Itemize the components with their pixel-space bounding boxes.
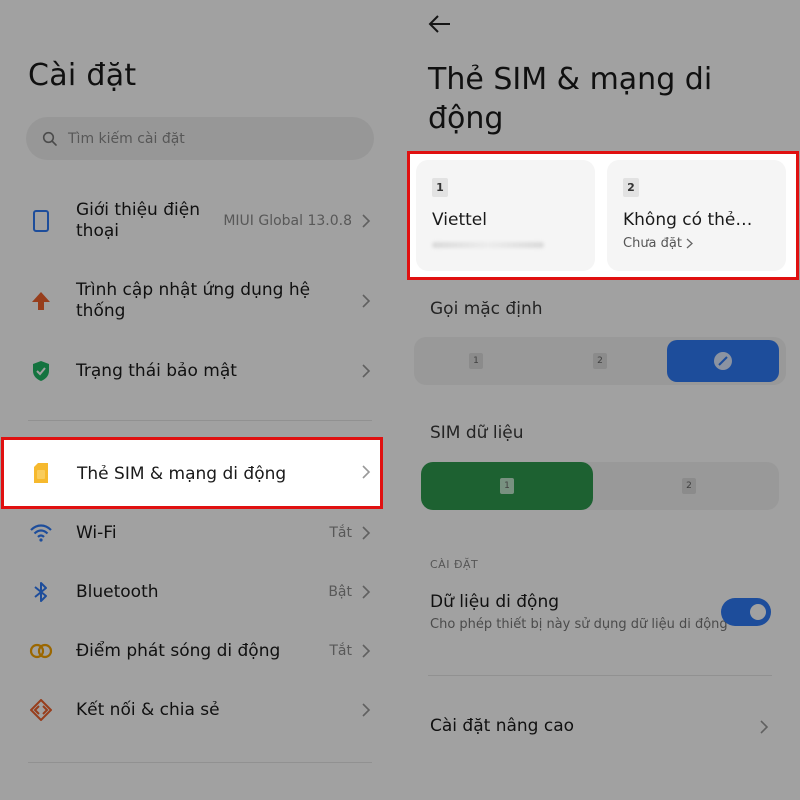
shield-check-icon xyxy=(29,359,53,383)
divider xyxy=(28,420,372,421)
chevron-right-icon xyxy=(362,585,371,599)
setting-item-label: Trạng thái bảo mật xyxy=(76,360,237,381)
search-icon xyxy=(42,131,57,146)
mobile-data-label: Dữ liệu di động xyxy=(430,592,560,612)
call-option-sim1[interactable]: 1 xyxy=(414,337,538,385)
setting-item-value: MIUI Global 13.0.8 xyxy=(223,213,352,229)
chevron-right-icon xyxy=(362,526,371,540)
setting-item-hotspot[interactable]: Điểm phát sóng di động Tắt xyxy=(0,639,400,663)
sim-card-icon xyxy=(30,461,52,489)
divider xyxy=(28,762,372,763)
sim1-number-redacted xyxy=(432,242,544,248)
sim-data-label: SIM dữ liệu xyxy=(430,423,524,443)
default-call-label: Gọi mặc định xyxy=(430,299,543,319)
hotspot-icon xyxy=(29,639,53,663)
update-arrow-icon xyxy=(29,289,53,313)
page-title: Thẻ SIM & mạng di động xyxy=(428,62,713,136)
mobile-data-description: Cho phép thiết bị này sử dụng dữ liệu di… xyxy=(430,617,728,632)
chevron-right-icon xyxy=(686,238,693,249)
sim-cards-highlight: 1 Viettel 2 Không có thẻ… Chưa đặt xyxy=(407,151,799,280)
chevron-right-icon xyxy=(362,703,371,717)
setting-item-label: Điểm phát sóng di động xyxy=(76,640,281,661)
divider xyxy=(428,675,772,676)
page-title: Cài đặt xyxy=(28,58,137,93)
setting-item-about-phone[interactable]: Giới thiệu điện thoại MIUI Global 13.0.8 xyxy=(0,200,400,242)
setting-item-value: Tắt xyxy=(329,643,352,659)
toggle-knob xyxy=(750,604,766,620)
setting-item-label: Giới thiệu điện thoại xyxy=(76,200,200,241)
setting-item-app-updater[interactable]: Trình cập nhật ứng dụng hệ thống xyxy=(0,280,400,322)
sim-data-selector: 1 2 xyxy=(421,462,779,510)
search-input[interactable]: Tìm kiếm cài đặt xyxy=(26,117,374,160)
ask-every-time-icon xyxy=(714,352,732,370)
phone-icon xyxy=(29,209,53,233)
chevron-right-icon xyxy=(362,214,371,228)
setting-item-value: Bật xyxy=(328,584,352,600)
section-caption: CÀI ĐẶT xyxy=(430,558,479,571)
sim-slot-badge: 1 xyxy=(432,178,448,197)
setting-item-label: Kết nối & chia sẻ xyxy=(76,699,220,720)
mobile-data-toggle[interactable] xyxy=(721,598,771,626)
sim2-name: Không có thẻ… xyxy=(623,210,753,230)
setting-item-label: Thẻ SIM & mạng di động xyxy=(77,464,287,484)
settings-panel: Cài đặt Tìm kiếm cài đặt Giới thiệu điện… xyxy=(0,0,400,800)
setting-item-security-status[interactable]: Trạng thái bảo mật xyxy=(0,359,400,383)
bluetooth-icon xyxy=(29,580,53,604)
setting-item-label: Bluetooth xyxy=(76,581,159,602)
back-arrow-icon[interactable] xyxy=(428,14,452,34)
call-option-ask[interactable] xyxy=(667,340,779,382)
chevron-right-icon xyxy=(760,720,769,734)
data-option-sim1[interactable]: 1 xyxy=(421,462,593,510)
setting-item-label: Trình cập nhật ứng dụng hệ thống xyxy=(76,280,311,321)
setting-item-sim-mobile-network[interactable]: Thẻ SIM & mạng di động xyxy=(1,437,383,509)
setting-item-wifi[interactable]: Wi-Fi Tắt xyxy=(0,521,400,545)
chevron-right-icon xyxy=(362,465,371,479)
chevron-right-icon xyxy=(362,364,371,378)
sim-slot-badge: 2 xyxy=(623,178,639,197)
sim-settings-panel: Thẻ SIM & mạng di động Gọi mặc định 1 2 … xyxy=(400,0,800,800)
setting-item-connection-sharing[interactable]: Kết nối & chia sẻ xyxy=(0,698,400,722)
chevron-right-icon xyxy=(362,294,371,308)
data-option-sim2[interactable]: 2 xyxy=(627,462,751,510)
setting-item-label: Wi-Fi xyxy=(76,522,117,543)
sim2-card[interactable]: 2 Không có thẻ… Chưa đặt xyxy=(607,160,786,271)
call-option-sim2[interactable]: 2 xyxy=(538,337,662,385)
sim2-status: Chưa đặt xyxy=(623,236,693,251)
setting-item-bluetooth[interactable]: Bluetooth Bật xyxy=(0,580,400,604)
chevron-right-icon xyxy=(362,644,371,658)
search-placeholder: Tìm kiếm cài đặt xyxy=(68,130,185,147)
sim1-card[interactable]: 1 Viettel xyxy=(416,160,595,271)
wifi-icon xyxy=(29,521,53,545)
sim1-carrier-name: Viettel xyxy=(432,210,487,230)
connection-share-icon xyxy=(29,698,53,722)
default-call-selector: 1 2 xyxy=(414,337,786,385)
setting-item-value: Tắt xyxy=(329,525,352,541)
advanced-settings-label[interactable]: Cài đặt nâng cao xyxy=(430,716,574,736)
